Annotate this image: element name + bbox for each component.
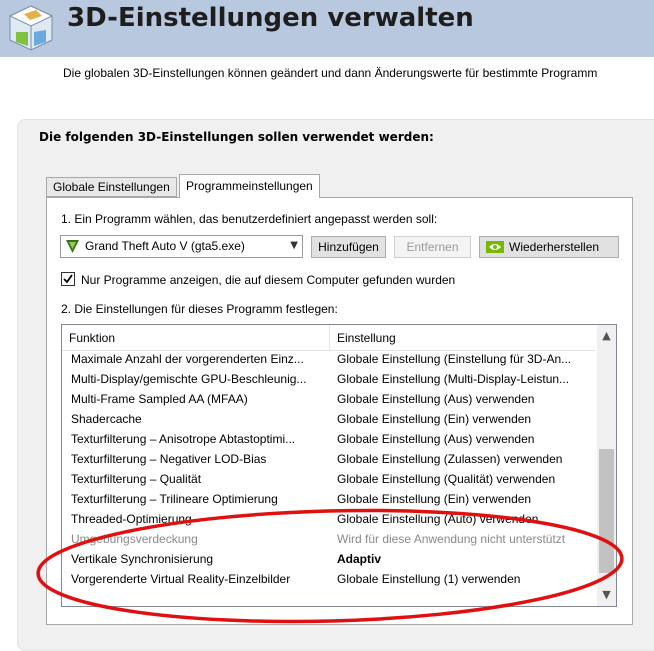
vertical-scrollbar[interactable]: ▲ ▼	[597, 325, 616, 606]
program-select-value: Grand Theft Auto V (gta5.exe)	[85, 239, 245, 253]
row-setting: Globale Einstellung (Qualität) verwenden	[337, 472, 556, 486]
row-setting: Globale Einstellung (Auto) verwenden	[337, 512, 539, 526]
row-function: Texturfilterung – Trilineare Optimierung	[71, 492, 278, 506]
table-row[interactable]: Texturfilterung – Trilineare Optimierung…	[62, 489, 596, 509]
section-title: Die folgenden 3D-Einstellungen sollen ve…	[39, 130, 434, 144]
remove-program-button[interactable]: Entfernen	[394, 236, 471, 258]
checkbox-label: Nur Programme anzeigen, die auf diesem C…	[81, 273, 456, 287]
row-setting: Globale Einstellung (Ein) verwenden	[337, 412, 532, 426]
restore-button-label: Wiederherstellen	[509, 240, 600, 254]
tab-global-settings[interactable]: Globale Einstellungen	[46, 177, 177, 197]
table-row[interactable]: Shadercache Globale Einstellung (Ein) ve…	[62, 409, 596, 429]
row-setting: Globale Einstellung (Multi-Display-Leist…	[337, 372, 570, 386]
row-function: Texturfilterung – Negativer LOD-Bias	[71, 452, 267, 466]
row-setting: Adaptiv	[337, 552, 382, 566]
chevron-down-icon: ▼	[290, 240, 298, 251]
row-function: Umgebungsverdeckung	[71, 532, 198, 546]
page-title: 3D-Einstellungen verwalten	[67, 3, 474, 33]
page-description: Die globalen 3D-Einstellungen können geä…	[63, 66, 598, 80]
table-row[interactable]: Umgebungsverdeckung Wird für diese Anwen…	[62, 529, 596, 549]
table-row[interactable]: Vertikale Synchronisierung Adaptiv	[62, 549, 596, 569]
row-setting: Globale Einstellung (Einstellung für 3D-…	[337, 352, 572, 366]
table-row[interactable]: Texturfilterung – Negativer LOD-Bias Glo…	[62, 449, 596, 469]
checkmark-icon	[63, 274, 73, 284]
restore-button[interactable]: Wiederherstellen	[479, 236, 619, 258]
row-setting: Globale Einstellung (1) verwenden	[337, 572, 521, 586]
table-row[interactable]: Multi-Display/gemischte GPU-Beschleunig.…	[62, 369, 596, 389]
row-setting: Globale Einstellung (Zulassen) verwenden	[337, 452, 563, 466]
table-row[interactable]: Texturfilterung – Anisotrope Abtastoptim…	[62, 429, 596, 449]
column-separator	[329, 325, 330, 350]
3d-cube-icon	[8, 5, 54, 51]
row-function: Threaded-Optimierung	[71, 512, 192, 526]
scroll-down-arrow-icon[interactable]: ▼	[597, 586, 616, 606]
settings-table: Funktion Einstellung Maximale Anzahl der…	[61, 324, 617, 607]
table-row[interactable]: Multi-Frame Sampled AA (MFAA) Globale Ei…	[62, 389, 596, 409]
table-row[interactable]: Threaded-Optimierung Globale Einstellung…	[62, 509, 596, 529]
row-setting: Globale Einstellung (Ein) verwenden	[337, 492, 532, 506]
nvidia-logo-icon	[486, 241, 504, 253]
row-function: Vorgerenderte Virtual Reality-Einzelbild…	[71, 572, 291, 586]
page-header: 3D-Einstellungen verwalten	[0, 0, 654, 57]
step1-label: 1. Ein Programm wählen, das benutzerdefi…	[61, 212, 438, 226]
row-function: Maximale Anzahl der vorgerenderten Einz.…	[71, 352, 304, 366]
column-header-setting[interactable]: Einstellung	[337, 331, 396, 345]
step2-label: 2. Die Einstellungen für dieses Programm…	[61, 302, 338, 316]
row-setting: Globale Einstellung (Aus) verwenden	[337, 432, 535, 446]
row-function: Multi-Frame Sampled AA (MFAA)	[71, 392, 248, 406]
table-row[interactable]: Texturfilterung – Qualität Globale Einst…	[62, 469, 596, 489]
row-function: Vertikale Synchronisierung	[71, 552, 214, 566]
row-function: Multi-Display/gemischte GPU-Beschleunig.…	[71, 372, 307, 386]
show-found-programs-checkbox[interactable]	[61, 272, 75, 286]
program-select[interactable]: Grand Theft Auto V (gta5.exe) ▼	[60, 235, 303, 258]
table-row[interactable]: Vorgerenderte Virtual Reality-Einzelbild…	[62, 569, 596, 589]
row-function: Shadercache	[71, 412, 142, 426]
scroll-up-arrow-icon[interactable]: ▲	[597, 325, 616, 345]
table-header: Funktion Einstellung	[62, 325, 596, 351]
row-function: Texturfilterung – Anisotrope Abtastoptim…	[71, 432, 296, 446]
gta-v-icon	[66, 240, 79, 253]
add-program-button[interactable]: Hinzufügen	[311, 236, 386, 258]
row-setting: Wird für diese Anwendung nicht unterstüt…	[337, 532, 566, 546]
tab-program-settings[interactable]: Programmeinstellungen	[179, 174, 320, 198]
table-row[interactable]: Maximale Anzahl der vorgerenderten Einz.…	[62, 349, 596, 369]
row-function: Texturfilterung – Qualität	[71, 472, 202, 486]
column-header-function[interactable]: Funktion	[69, 331, 115, 345]
row-setting: Globale Einstellung (Aus) verwenden	[337, 392, 535, 406]
scrollbar-thumb[interactable]	[599, 449, 614, 573]
